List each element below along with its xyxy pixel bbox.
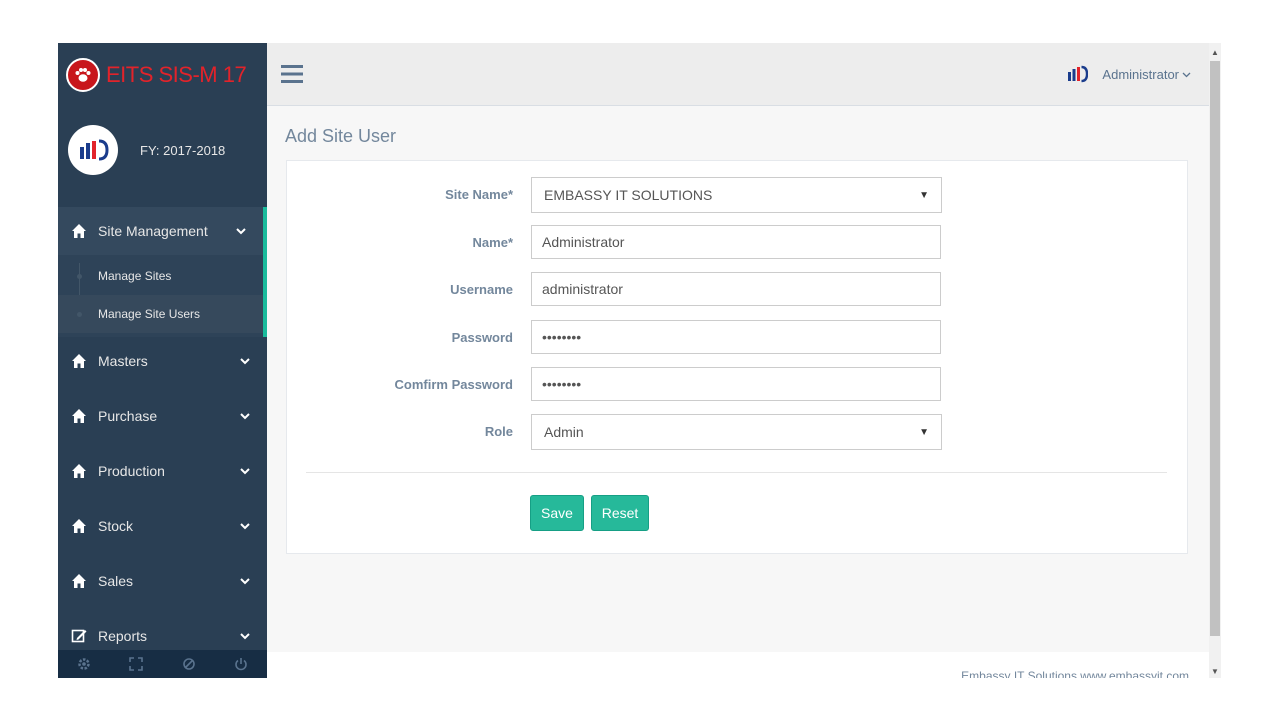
sidebar-item-label: Purchase — [98, 408, 158, 424]
user-avatar-icon — [1068, 65, 1089, 83]
sidebar-menu: Site Management Manage Sites Manage Site… — [58, 207, 267, 660]
bullet-icon — [77, 274, 82, 279]
user-name: Administrator — [1102, 66, 1179, 82]
sidebar-subitem-manage-site-users[interactable]: Manage Site Users — [58, 295, 263, 333]
scroll-down-arrow-icon[interactable]: ▼ — [1209, 664, 1221, 678]
password-label: Password — [451, 330, 513, 345]
sidebar-item-site-management[interactable]: Site Management — [58, 207, 267, 255]
role-row: Role Admin ▼ — [287, 414, 1187, 450]
sidebar-footer — [58, 650, 267, 678]
chevron-down-icon — [240, 413, 250, 420]
username-label: Username — [450, 282, 513, 297]
footer: Embassy IT Solutions www.embassyit.com — [267, 652, 1209, 678]
sidebar-item-masters[interactable]: Masters — [58, 337, 267, 385]
confirm-password-label: Comfirm Password — [394, 377, 513, 392]
username-field[interactable] — [531, 272, 941, 306]
site-name-value: EMBASSY IT SOLUTIONS — [544, 187, 713, 203]
site-name-row: Site Name* EMBASSY IT SOLUTIONS ▼ — [287, 177, 1187, 213]
chevron-down-icon — [240, 633, 250, 640]
home-icon — [72, 354, 86, 368]
chevron-down-icon — [240, 358, 250, 365]
user-menu[interactable]: Administrator — [1066, 63, 1191, 85]
brand-title: EITS SIS-M 17 — [106, 61, 247, 87]
chevron-down-icon — [236, 228, 246, 235]
home-icon — [72, 409, 86, 423]
brand[interactable]: EITS SIS-M 17 — [58, 43, 267, 106]
sidebar-item-label: Reports — [98, 628, 148, 644]
submenu-site-management: Manage Sites Manage Site Users — [58, 255, 267, 337]
name-field[interactable] — [531, 225, 941, 259]
avatar — [68, 125, 118, 175]
lock-icon[interactable] — [163, 650, 215, 678]
sidebar-item-production[interactable]: Production — [58, 447, 267, 495]
sidebar: EITS SIS-M 17 FY: 2017-2018 Site Managem… — [58, 43, 267, 678]
password-field[interactable] — [531, 320, 941, 354]
sidebar-item-label: Stock — [98, 518, 134, 534]
confirm-password-row: Comfirm Password — [287, 367, 1187, 403]
site-name-select[interactable]: EMBASSY IT SOLUTIONS ▼ — [531, 177, 942, 213]
divider — [306, 472, 1167, 473]
top-nav: Administrator — [267, 43, 1209, 106]
menu-toggle-icon[interactable] — [281, 64, 303, 84]
scroll-up-arrow-icon[interactable]: ▲ — [1209, 45, 1221, 59]
edit-icon — [71, 629, 87, 643]
save-button[interactable]: Save — [530, 495, 584, 531]
dropdown-caret-icon: ▼ — [919, 189, 929, 201]
sidebar-subitem-label: Manage Site Users — [98, 307, 201, 321]
profile: FY: 2017-2018 — [58, 125, 267, 175]
confirm-password-field[interactable] — [531, 367, 941, 401]
fiscal-year: FY: 2017-2018 — [140, 142, 226, 158]
role-label: Role — [484, 424, 513, 439]
page-title: Add Site User — [285, 126, 397, 146]
sidebar-item-label: Sales — [98, 573, 134, 589]
sidebar-item-stock[interactable]: Stock — [58, 502, 267, 550]
add-site-user-form: Site Name* EMBASSY IT SOLUTIONS ▼ Name* … — [286, 160, 1188, 554]
site-name-label: Site Name* — [445, 187, 513, 202]
sidebar-subitem-label: Manage Sites — [98, 269, 172, 283]
password-row: Password — [287, 320, 1187, 356]
role-value: Admin — [544, 424, 584, 440]
chevron-down-icon — [1182, 72, 1191, 77]
reset-button[interactable]: Reset — [591, 495, 649, 531]
username-row: Username — [287, 272, 1187, 308]
role-select[interactable]: Admin ▼ — [531, 414, 942, 450]
sidebar-item-sales[interactable]: Sales — [58, 557, 267, 605]
fullscreen-icon[interactable] — [110, 650, 162, 678]
footer-text: Embassy IT Solutions www.embassyit.com — [961, 669, 1189, 678]
home-icon — [72, 519, 86, 533]
settings-icon[interactable] — [58, 650, 110, 678]
logout-icon[interactable] — [215, 650, 267, 678]
scroll-thumb[interactable] — [1210, 61, 1220, 636]
paw-logo-icon — [66, 57, 100, 92]
scrollbar[interactable]: ▲ ▼ — [1209, 43, 1221, 678]
dropdown-caret-icon: ▼ — [919, 426, 929, 438]
bullet-icon — [77, 312, 82, 317]
sidebar-item-label: Masters — [98, 353, 148, 369]
main-content: Add Site User Site Name* EMBASSY IT SOLU… — [267, 106, 1209, 651]
sidebar-subitem-manage-sites[interactable]: Manage Sites — [58, 257, 263, 295]
chevron-down-icon — [240, 578, 250, 585]
sidebar-item-label: Production — [98, 463, 165, 479]
chevron-down-icon — [240, 523, 250, 530]
name-label: Name* — [472, 235, 513, 250]
chevron-down-icon — [240, 468, 250, 475]
home-icon — [72, 224, 86, 238]
sidebar-item-purchase[interactable]: Purchase — [58, 392, 267, 440]
sidebar-item-label: Site Management — [98, 223, 208, 239]
app-window: EITS SIS-M 17 FY: 2017-2018 Site Managem… — [58, 43, 1221, 678]
home-icon — [72, 464, 86, 478]
name-row: Name* — [287, 225, 1187, 261]
home-icon — [72, 574, 86, 588]
